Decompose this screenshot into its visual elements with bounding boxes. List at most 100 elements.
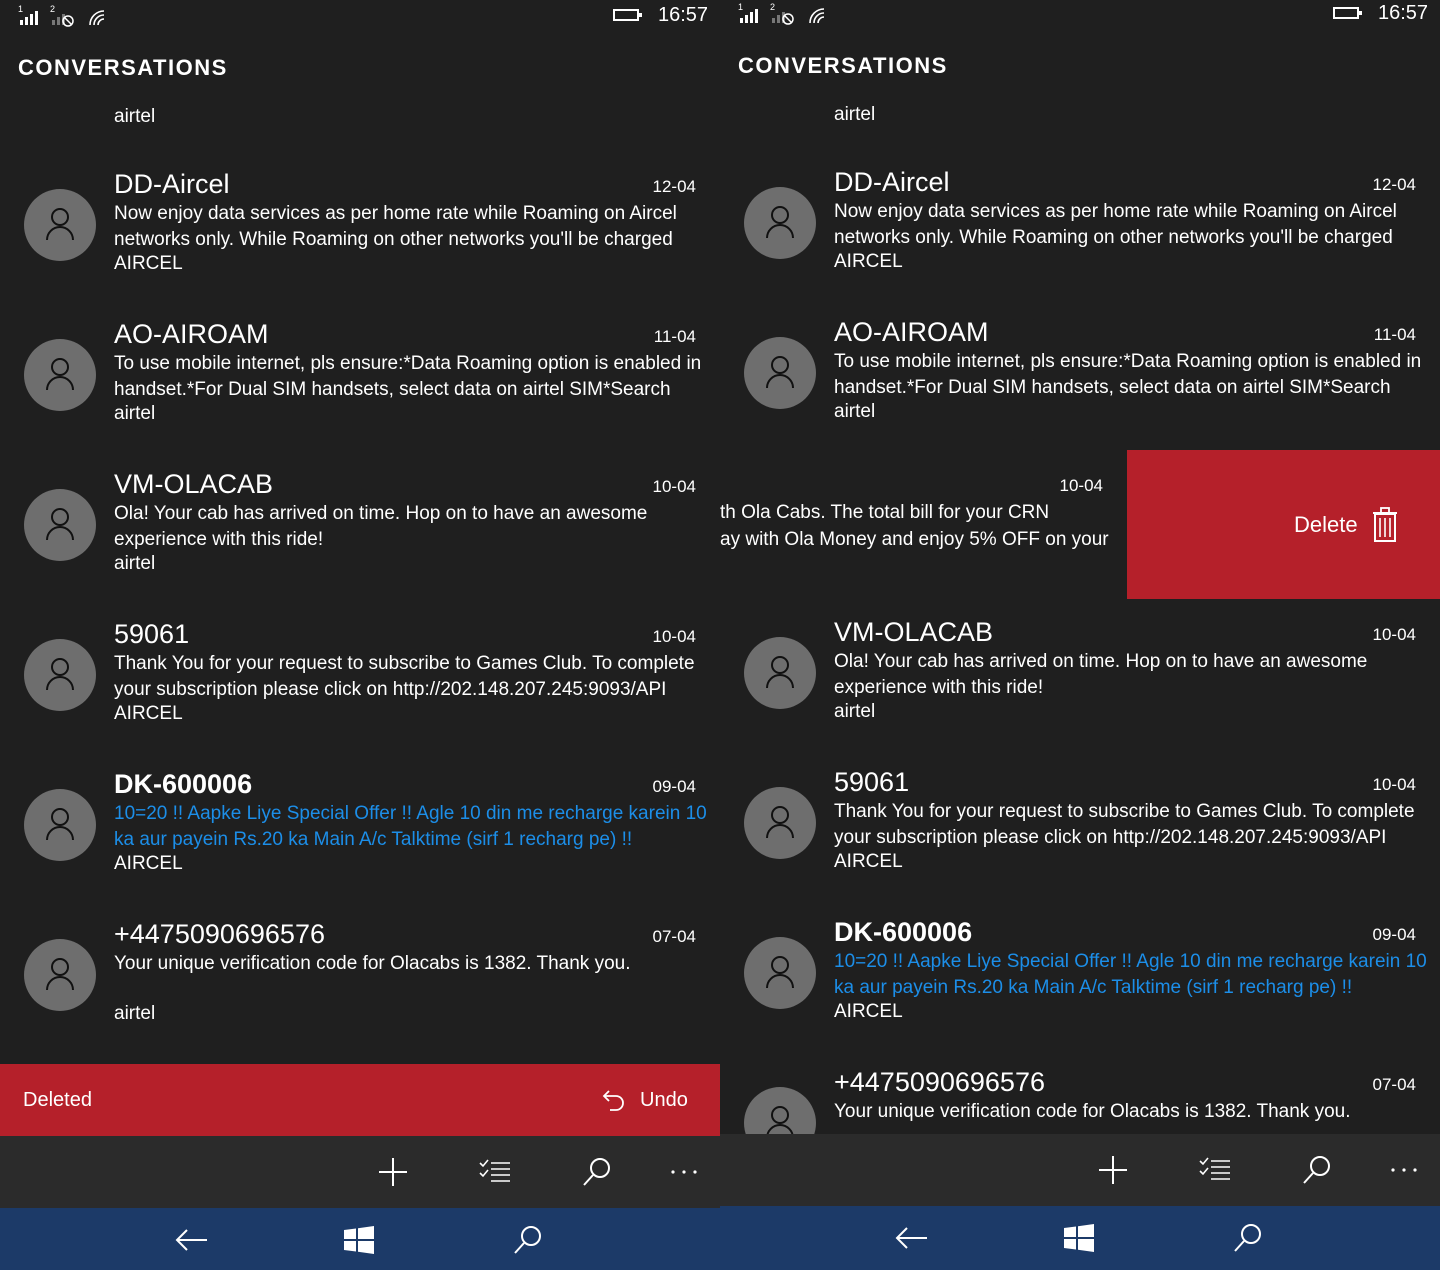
back-button[interactable] bbox=[892, 1222, 932, 1254]
message-date: 10-04 bbox=[1372, 775, 1416, 794]
message-preview: Your unique verification code for Olacab… bbox=[834, 1101, 1351, 1122]
partial-item-sim: airtel bbox=[114, 106, 156, 127]
page-title: CONVERSATIONS bbox=[738, 53, 948, 78]
swiped-conversation[interactable]: 10-04 th Ola Cabs. The total bill for yo… bbox=[720, 450, 1440, 599]
signal-icons: 1 2 bbox=[18, 4, 105, 27]
clock: 16:57 bbox=[1378, 2, 1429, 24]
trash-icon bbox=[1373, 507, 1397, 542]
search-icon bbox=[1303, 1156, 1330, 1184]
sender-name: +4475090696576 bbox=[114, 919, 325, 949]
start-button[interactable] bbox=[1059, 1222, 1099, 1254]
select-list-icon bbox=[1199, 1157, 1230, 1180]
system-nav-bar bbox=[0, 1208, 720, 1270]
avatar bbox=[744, 787, 816, 859]
app-bar bbox=[720, 1134, 1440, 1206]
clock: 16:57 bbox=[658, 4, 709, 26]
message-date: 07-04 bbox=[652, 927, 696, 946]
undo-label: Undo bbox=[640, 1088, 688, 1111]
more-button[interactable] bbox=[1384, 1152, 1424, 1188]
left-screen: 1 2 16:57 CONVERSATIONS airtel DD-Aircel… bbox=[0, 0, 720, 1270]
message-preview: To use mobile internet, pls ensure:*Data… bbox=[114, 353, 702, 400]
search-button[interactable] bbox=[577, 1154, 617, 1190]
swiped-preview-line2: ay with Ola Money and enjoy 5% OFF on yo… bbox=[720, 529, 1109, 550]
message-preview: Ola! Your cab has arrived on time. Hop o… bbox=[114, 503, 648, 550]
search-icon bbox=[514, 1226, 541, 1254]
signal-icons: 1 2 bbox=[738, 2, 825, 25]
more-icon bbox=[671, 1170, 697, 1174]
deleted-toast: Deleted Undo bbox=[0, 1064, 720, 1136]
page-title: CONVERSATIONS bbox=[18, 55, 228, 80]
undo-button[interactable]: Undo bbox=[600, 1082, 688, 1118]
conversation-item[interactable]: AO-AIROAM 11-04 To use mobile internet, pl… bbox=[0, 319, 720, 459]
message-date: 12-04 bbox=[652, 177, 696, 196]
message-date: 10-04 bbox=[1372, 625, 1416, 644]
conversation-item[interactable]: DD-Aircel 12-04 Now enjoy data services as… bbox=[720, 167, 1440, 307]
message-date: 09-04 bbox=[1372, 925, 1416, 944]
battery-icon bbox=[1333, 7, 1362, 19]
sim-label: AIRCEL bbox=[114, 703, 183, 724]
sender-name: 59061 bbox=[834, 767, 910, 797]
message-preview: Thank You for your request to subscribe … bbox=[114, 653, 695, 700]
avatar bbox=[24, 489, 96, 561]
sim-label: airtel bbox=[834, 401, 876, 422]
new-message-button[interactable] bbox=[1093, 1152, 1133, 1188]
message-preview: Now enjoy data services as per home rate… bbox=[114, 203, 677, 250]
sim-label: AIRCEL bbox=[834, 1001, 903, 1022]
conversation-item[interactable]: 59061 10-04 Thank You for your request to … bbox=[0, 619, 720, 759]
avatar bbox=[744, 337, 816, 409]
search-button[interactable] bbox=[1297, 1152, 1337, 1188]
svg-text:2: 2 bbox=[50, 4, 55, 14]
message-date: 07-04 bbox=[1372, 1075, 1416, 1094]
status-bar: 1 2 16:57 bbox=[720, 0, 1440, 32]
sim-label: airtel bbox=[114, 403, 156, 424]
conversation-item[interactable]: DK-600006 09-04 10=20 !! Aapke Liye Specia… bbox=[720, 917, 1440, 1057]
sim-label: AIRCEL bbox=[114, 253, 183, 274]
conversation-item[interactable]: DK-600006 09-04 10=20 !! Aapke Liye Specia… bbox=[0, 769, 720, 909]
system-search-button[interactable] bbox=[508, 1224, 548, 1256]
avatar bbox=[24, 939, 96, 1011]
conversation-item[interactable]: 59061 10-04 Thank You for your request to … bbox=[720, 767, 1440, 907]
sender-name: AO-AIROAM bbox=[834, 317, 989, 347]
sim-label: AIRCEL bbox=[834, 251, 903, 272]
plus-icon bbox=[1099, 1156, 1127, 1184]
windows-logo-icon bbox=[1064, 1224, 1094, 1252]
conversation-item[interactable]: VM-OLACAB 10-04 Ola! Your cab has arrived … bbox=[720, 617, 1440, 757]
conversation-item[interactable]: DD-Aircel 12-04 Now enjoy data services as… bbox=[0, 169, 720, 309]
avatar bbox=[744, 637, 816, 709]
search-icon bbox=[1234, 1224, 1261, 1252]
delete-button[interactable]: Delete bbox=[1127, 450, 1440, 599]
sender-name: +4475090696576 bbox=[834, 1067, 1045, 1097]
back-arrow-icon bbox=[175, 1229, 207, 1251]
message-date: 10-04 bbox=[652, 477, 696, 496]
system-nav-bar bbox=[720, 1206, 1440, 1270]
more-icon bbox=[1391, 1168, 1417, 1172]
app-bar bbox=[0, 1136, 720, 1208]
select-button[interactable] bbox=[475, 1154, 515, 1190]
undo-icon bbox=[602, 1090, 624, 1111]
new-message-button[interactable] bbox=[373, 1154, 413, 1190]
avatar bbox=[24, 339, 96, 411]
conversation-item[interactable]: +4475090696576 07-04 Your unique verificat… bbox=[0, 919, 720, 1059]
partial-item-sim: airtel bbox=[834, 104, 876, 125]
more-button[interactable] bbox=[664, 1154, 704, 1190]
system-search-button[interactable] bbox=[1228, 1222, 1268, 1254]
back-button[interactable] bbox=[172, 1224, 212, 1256]
sim-label: airtel bbox=[114, 553, 156, 574]
avatar bbox=[744, 187, 816, 259]
select-button[interactable] bbox=[1195, 1152, 1235, 1188]
avatar bbox=[24, 789, 96, 861]
message-preview: To use mobile internet, pls ensure:*Data… bbox=[834, 351, 1422, 398]
message-date: 09-04 bbox=[652, 777, 696, 796]
conversation-item[interactable]: AO-AIROAM 11-04 To use mobile internet, pl… bbox=[720, 317, 1440, 457]
status-bar: 1 2 16:57 bbox=[0, 0, 720, 34]
sender-name: DD-Aircel bbox=[834, 167, 950, 197]
svg-text:1: 1 bbox=[738, 2, 743, 12]
sim-label: airtel bbox=[114, 1003, 156, 1024]
sender-name: DK-600006 bbox=[834, 917, 973, 947]
conversation-item[interactable]: VM-OLACAB 10-04 Ola! Your cab has arrived … bbox=[0, 469, 720, 609]
message-date: 11-04 bbox=[1373, 325, 1416, 344]
sim-label: airtel bbox=[834, 701, 876, 722]
back-arrow-icon bbox=[895, 1227, 927, 1249]
start-button[interactable] bbox=[339, 1224, 379, 1256]
message-preview: 10=20 !! Aapke Liye Special Offer !! Agl… bbox=[114, 803, 707, 850]
